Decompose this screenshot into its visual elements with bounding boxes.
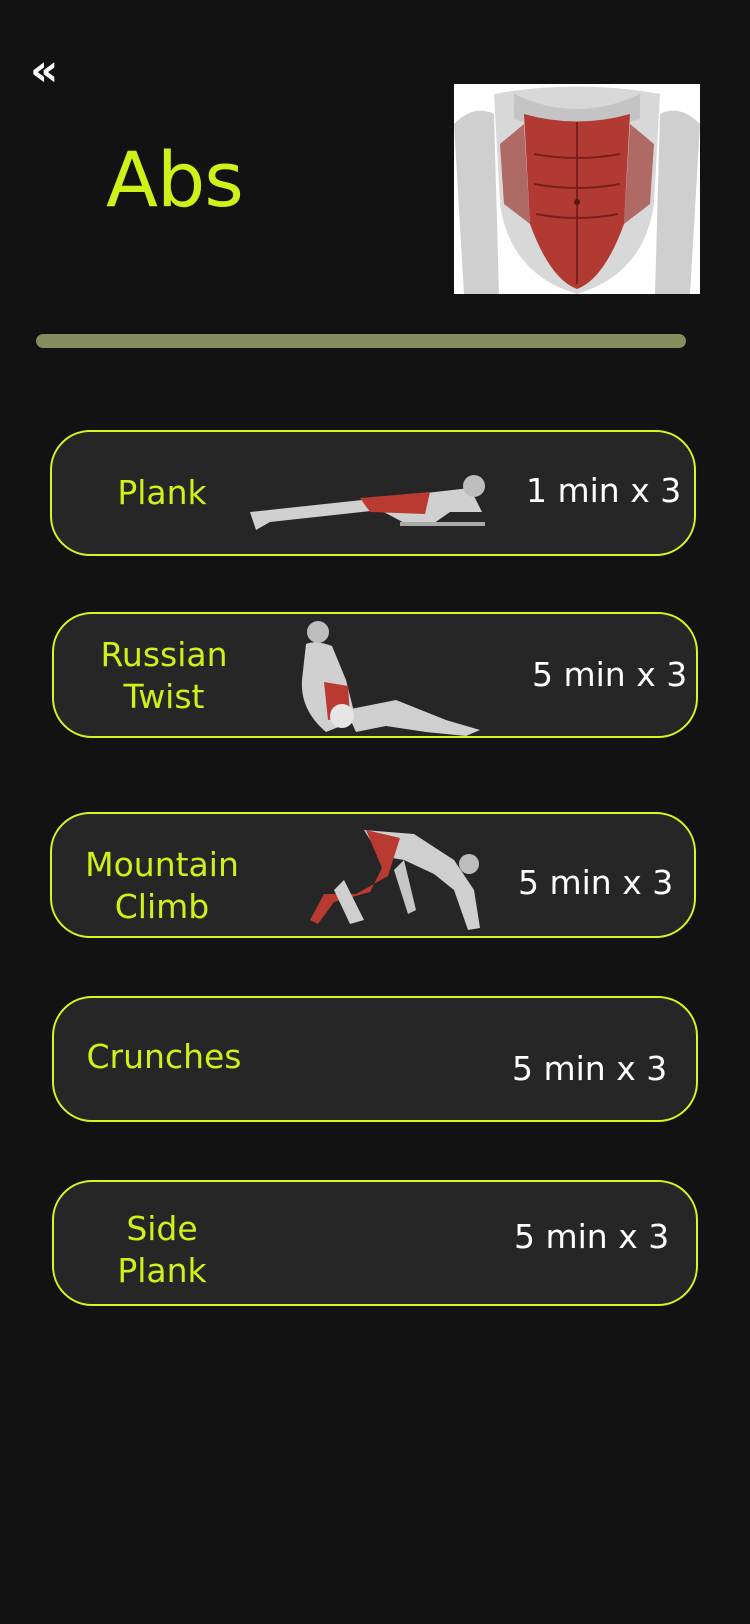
- exercise-duration: 5 min x 3: [518, 863, 674, 902]
- exercise-card-plank[interactable]: Plank 1 min x 3: [50, 430, 696, 556]
- progress-fill: [36, 334, 686, 348]
- russian-twist-illustration-image: [296, 620, 484, 736]
- exercise-name: Side Plank: [117, 1209, 207, 1290]
- page-title: Abs: [106, 135, 244, 224]
- exercise-duration: 1 min x 3: [526, 471, 682, 510]
- exercise-duration: 5 min x 3: [532, 655, 688, 694]
- exercise-duration: 5 min x 3: [514, 1217, 670, 1256]
- progress-bar: [36, 334, 686, 348]
- exercise-name: Crunches: [86, 1037, 242, 1076]
- exercise-name: Russian Twist: [100, 635, 228, 716]
- abs-muscle-image: [454, 84, 700, 294]
- exercise-card-crunches[interactable]: Crunches 5 min x 3: [52, 996, 698, 1122]
- exercise-card-mountain-climb[interactable]: Mountain Climb 5 min x 3: [50, 812, 696, 938]
- exercise-card-side-plank[interactable]: Side Plank 5 min x 3: [52, 1180, 698, 1306]
- mountain-climb-illustration-image: [304, 820, 492, 936]
- back-chevrons-icon[interactable]: «: [30, 48, 76, 94]
- plank-illustration-image: [250, 472, 492, 542]
- exercise-duration: 5 min x 3: [512, 1049, 668, 1088]
- exercise-name: Mountain Climb: [85, 845, 239, 926]
- exercise-card-russian-twist[interactable]: Russian Twist 5 min x 3: [52, 612, 698, 738]
- exercise-name: Plank: [117, 473, 207, 512]
